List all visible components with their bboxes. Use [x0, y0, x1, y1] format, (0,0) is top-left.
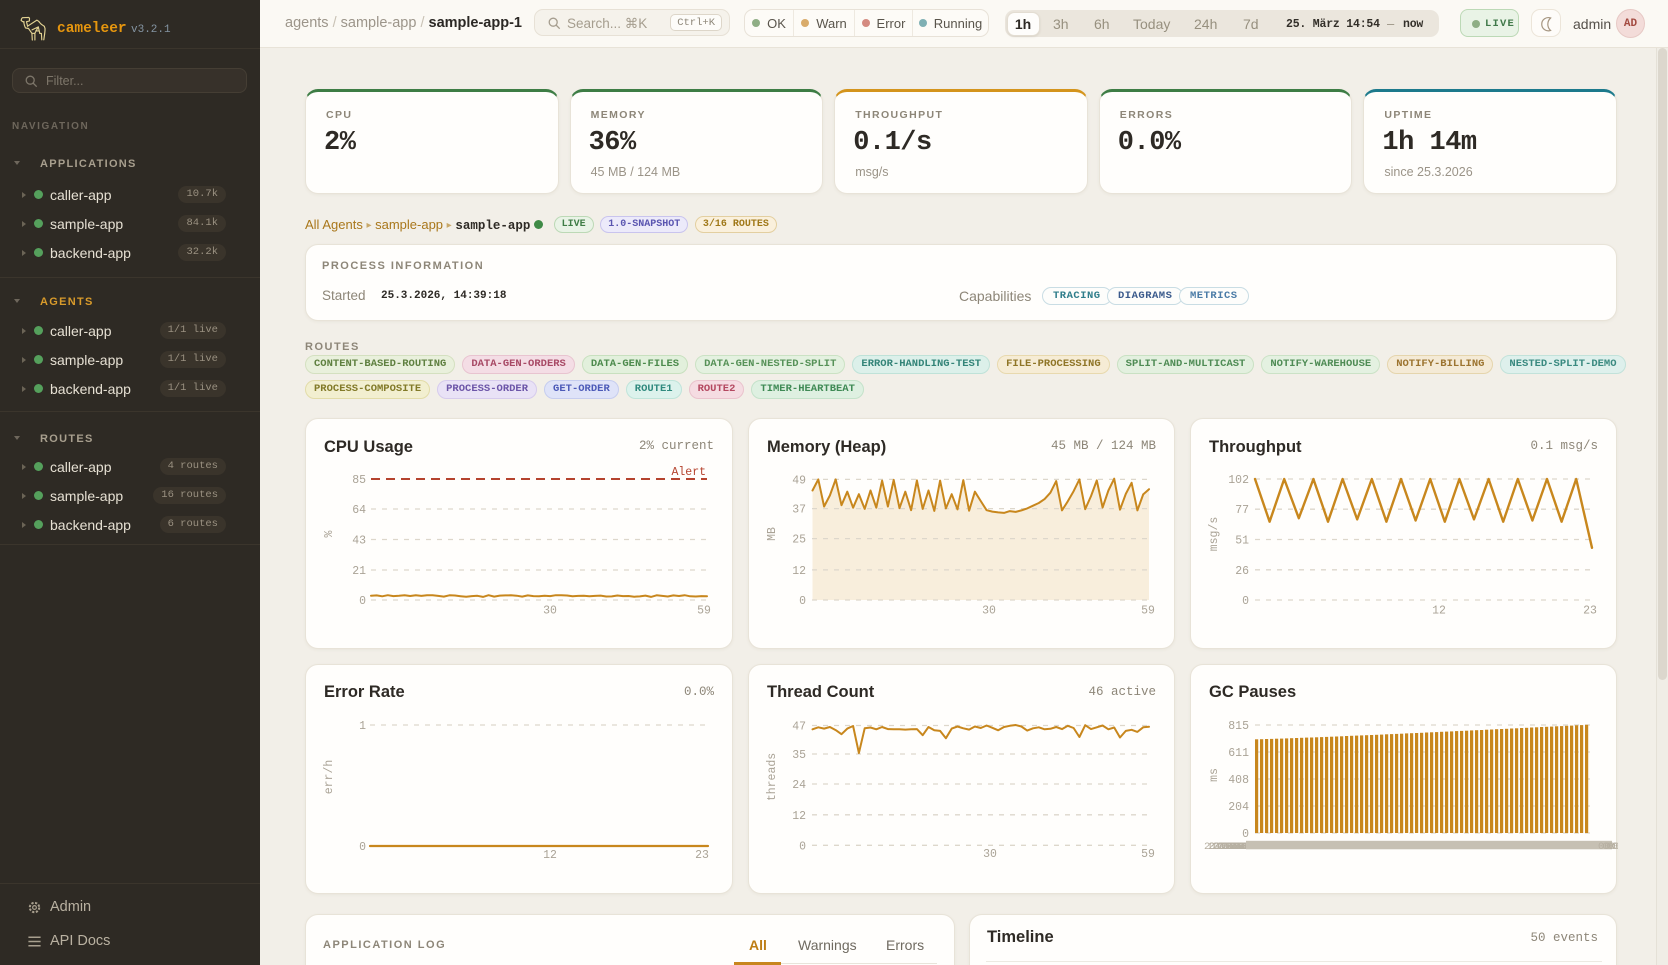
- svg-text:12: 12: [792, 809, 806, 822]
- svg-text:408: 408: [1228, 774, 1249, 787]
- svg-text:21: 21: [352, 565, 366, 578]
- svg-text:0: 0: [359, 841, 366, 854]
- svg-text:12: 12: [543, 849, 557, 862]
- svg-text:25: 25: [792, 534, 806, 547]
- svg-text:23: 23: [695, 849, 709, 862]
- svg-text:msg/s: msg/s: [1208, 517, 1221, 552]
- svg-text:26: 26: [1235, 565, 1249, 578]
- svg-text:85: 85: [352, 474, 366, 487]
- svg-text:47: 47: [792, 720, 806, 733]
- svg-text:51: 51: [1235, 535, 1249, 548]
- svg-text:%: %: [323, 530, 336, 537]
- svg-text:0: 0: [799, 595, 806, 608]
- svg-text:43: 43: [352, 535, 366, 548]
- svg-text:611: 611: [1228, 747, 1249, 760]
- svg-text:204: 204: [1228, 801, 1249, 814]
- svg-text:35: 35: [792, 749, 806, 762]
- svg-text:30: 30: [982, 605, 996, 618]
- svg-text:37: 37: [792, 504, 806, 517]
- svg-text:0: 0: [799, 840, 806, 853]
- svg-text:815: 815: [1228, 720, 1249, 733]
- svg-text:24: 24: [792, 779, 806, 792]
- svg-text:12: 12: [792, 565, 806, 578]
- svg-text:err/h: err/h: [323, 759, 336, 794]
- svg-text:0: 0: [359, 595, 366, 608]
- svg-text:59: 59: [697, 605, 711, 618]
- svg-text:77: 77: [1235, 504, 1249, 517]
- svg-text:102: 102: [1228, 474, 1249, 487]
- svg-text:1: 1: [359, 720, 366, 733]
- svg-text:59: 59: [1141, 848, 1155, 861]
- svg-text:30: 30: [543, 605, 557, 618]
- svg-text:23: 23: [1583, 605, 1597, 618]
- svg-text:ms: ms: [1208, 768, 1221, 782]
- svg-text:threads: threads: [766, 752, 779, 800]
- svg-text:0: 0: [1242, 595, 1249, 608]
- svg-text:MB: MB: [766, 527, 779, 541]
- svg-text:Alert: Alert: [671, 466, 706, 479]
- svg-text:0: 0: [1242, 828, 1249, 841]
- svg-text:30: 30: [983, 848, 997, 861]
- svg-text:49: 49: [792, 474, 806, 487]
- svg-text:59: 59: [1141, 605, 1155, 618]
- svg-text:64: 64: [352, 504, 366, 517]
- svg-text:12: 12: [1432, 605, 1446, 618]
- svg-text:00:0: 00:0: [1612, 841, 1619, 853]
